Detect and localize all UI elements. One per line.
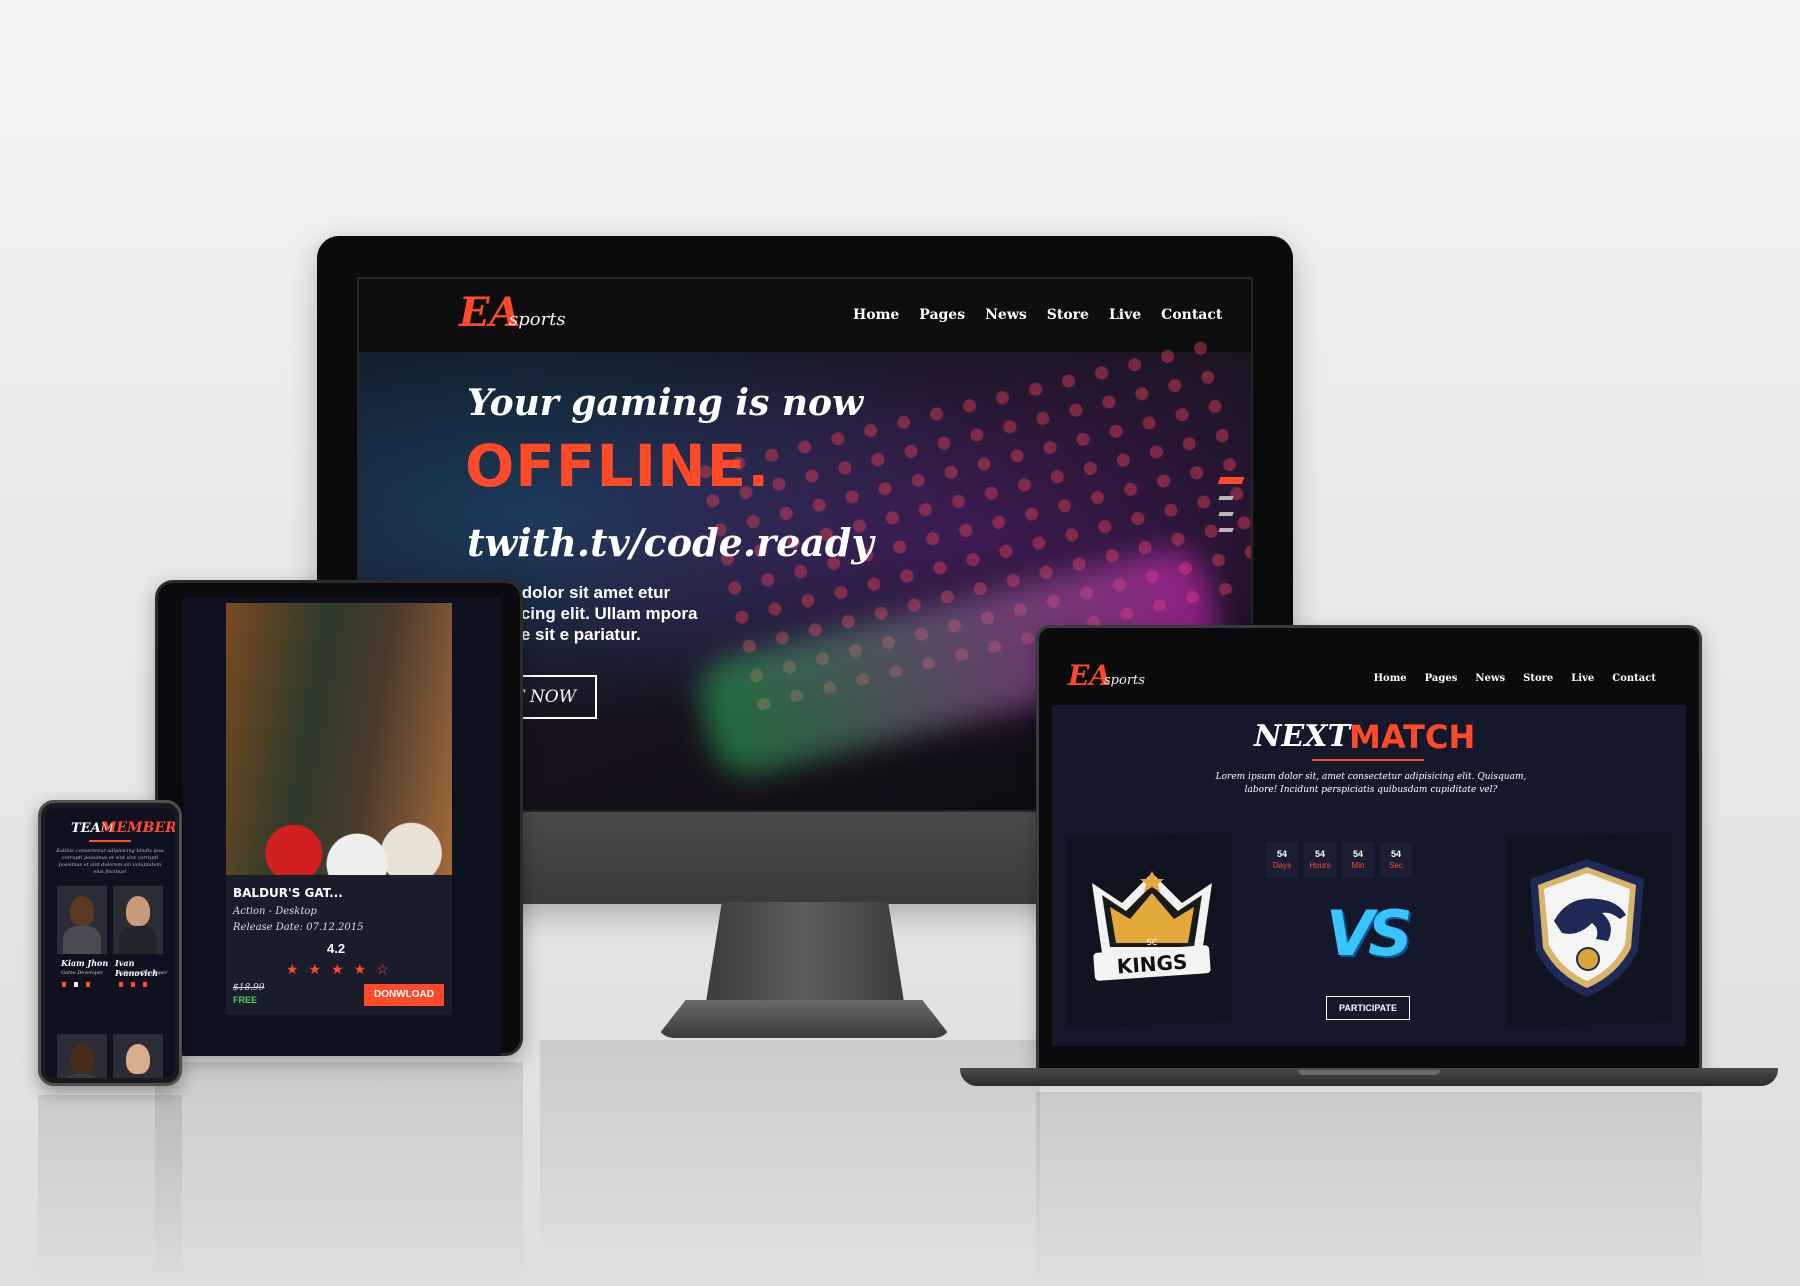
member-3-avatar	[70, 1044, 94, 1074]
monitor-logo-sports: sports	[509, 309, 566, 330]
nav-pages[interactable]: Pages	[919, 307, 965, 323]
game-release-date: Release Date: 07.12.2015	[233, 922, 364, 933]
team-left-badge: SC	[1147, 938, 1158, 947]
next-match-title-2: MATCH	[1349, 718, 1476, 756]
laptop-nav-home[interactable]: Home	[1374, 673, 1407, 684]
countdown-sec-unit: Sec	[1389, 861, 1403, 870]
slider-dot-1[interactable]	[1217, 477, 1245, 484]
laptop-nav-news[interactable]: News	[1475, 673, 1505, 684]
member-1-social-icons[interactable]	[62, 982, 90, 987]
hero-headline-1: Your gaming is now	[467, 382, 864, 424]
nav-live[interactable]: Live	[1109, 307, 1141, 323]
next-match-title-1: NEXT	[1254, 719, 1350, 754]
countdown-min-value: 54	[1352, 849, 1363, 859]
hero-slider-dots	[1217, 477, 1245, 532]
star-rating-icons: ★★★★☆	[286, 961, 399, 977]
laptop-navbar: EA sports Home Pages News Store Live Con…	[1052, 641, 1686, 705]
next-match-description: Lorem ipsum dolor sit, amet consectetur …	[1215, 772, 1527, 795]
hero-headline-2: OFFLINE.	[465, 432, 771, 500]
countdown-hours: 54 Hours	[1304, 842, 1336, 878]
nav-contact[interactable]: Contact	[1161, 307, 1222, 323]
team-left-name: KINGS	[1116, 950, 1188, 979]
phone-screen: TEAM MEMBER Eatibie consectetur adipisic…	[45, 808, 175, 1078]
member-1-role: Game Developer	[61, 970, 104, 976]
laptop-nav-menu: Home Pages News Store Live Contact	[1374, 673, 1656, 684]
member-card-3[interactable]	[57, 1034, 107, 1078]
member-2-role: Software Developer	[117, 970, 168, 976]
slider-dot-4[interactable]	[1218, 528, 1234, 532]
countdown-hours-value: 54	[1314, 849, 1325, 859]
member-card-4[interactable]	[113, 1034, 163, 1078]
nav-home[interactable]: Home	[853, 307, 899, 323]
laptop-nav-contact[interactable]: Contact	[1612, 673, 1656, 684]
game-genre: Action - Desktop	[233, 906, 317, 917]
floor-reflection-tablet	[155, 1062, 523, 1286]
member-2-avatar	[126, 896, 150, 926]
member-4-body	[119, 1074, 157, 1078]
countdown-sec: 54 Sec	[1380, 842, 1412, 878]
team-description: Eatibie consectetur adipisicing blndis i…	[56, 848, 164, 875]
member-card-1[interactable]	[57, 886, 107, 954]
slider-dot-2[interactable]	[1218, 496, 1234, 500]
floor-reflection-laptop	[1036, 1092, 1702, 1286]
countdown-days-unit: Days	[1272, 861, 1292, 870]
slider-dot-3[interactable]	[1218, 512, 1234, 516]
crown-icon: KINGS SC	[1092, 871, 1212, 981]
monitor-nav-menu: Home Pages News Store Live Contact	[853, 307, 1222, 323]
countdown-days: 54 Days	[1266, 842, 1298, 878]
game-price: $18.99	[233, 983, 265, 993]
member-2-body	[119, 926, 157, 954]
hero-headline-3: twith.tv/code.ready	[467, 520, 874, 565]
panther-shield-icon	[1530, 859, 1644, 997]
laptop-screen: EA sports Home Pages News Store Live Con…	[1052, 641, 1686, 1046]
match-countdown: 54 Days 54 Hours 54 Min 54 Sec	[1266, 842, 1412, 878]
laptop-nav-store[interactable]: Store	[1523, 673, 1553, 684]
member-1-avatar	[70, 896, 94, 926]
game-title[interactable]: BALDUR'S GAT...	[233, 886, 343, 900]
game-free-label: FREE	[233, 995, 258, 1005]
monitor-navbar: EA sports Home Pages News Store Live Con…	[359, 279, 1251, 352]
countdown-min: 54 Min	[1342, 842, 1374, 878]
member-1-name: Kiam Jhon	[61, 958, 109, 968]
laptop-nav-live[interactable]: Live	[1571, 673, 1594, 684]
nav-news[interactable]: News	[985, 307, 1027, 323]
tablet-screen: BALDUR'S GAT... Action - Desktop Release…	[183, 598, 501, 1056]
team-heading-2: MEMBER	[101, 820, 175, 836]
member-card-2[interactable]	[113, 886, 163, 954]
title-underline	[1312, 759, 1424, 761]
member-1-body	[63, 926, 101, 954]
member-3-body	[63, 1074, 101, 1078]
game-rating: 4.2	[327, 941, 346, 956]
versus-icon: VS	[1326, 897, 1413, 970]
download-button[interactable]: DONWLOAD	[364, 984, 444, 1006]
member-4-avatar	[126, 1044, 150, 1074]
monitor-stand-neck	[706, 902, 904, 1002]
monitor-stand-base	[656, 1000, 952, 1038]
countdown-sec-value: 54	[1390, 849, 1401, 859]
participate-button[interactable]: PARTICIPATE	[1326, 996, 1410, 1020]
countdown-min-unit: Min	[1351, 861, 1365, 870]
laptop-base-notch	[1298, 1070, 1440, 1075]
team-heading-underline	[89, 840, 131, 842]
member-2-social-icons[interactable]	[119, 982, 147, 987]
laptop-nav-pages[interactable]: Pages	[1425, 673, 1458, 684]
casino-table-image	[226, 603, 452, 875]
laptop-logo-sports: sports	[1104, 673, 1145, 688]
countdown-days-value: 54	[1276, 849, 1287, 859]
countdown-hours-unit: Hours	[1309, 861, 1331, 870]
nav-store[interactable]: Store	[1047, 307, 1089, 323]
